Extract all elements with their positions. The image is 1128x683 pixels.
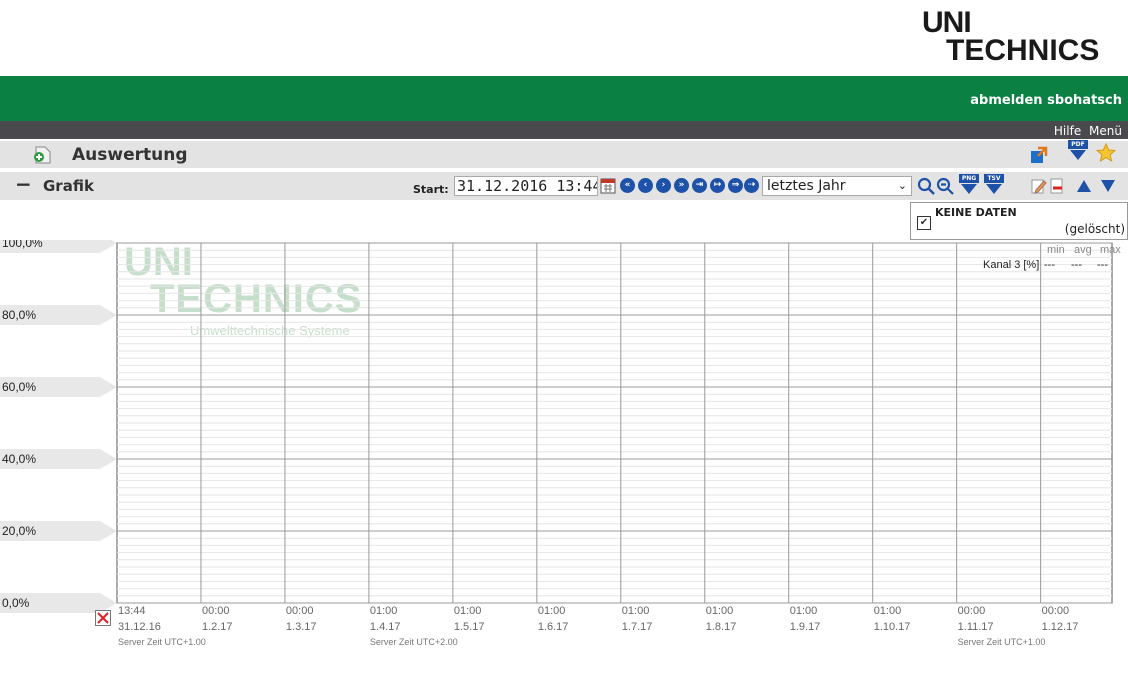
x-tick-date: 1.11.17 [957,621,994,633]
time-range-value: letztes Jahr [767,178,846,194]
x-tick-date: 1.3.17 [285,621,317,633]
x-tick-label: 00:00 [957,605,986,617]
png-label: PNG [959,174,979,183]
stats-header-max: max [1100,244,1121,256]
stats-cell-avg: --- [1071,259,1082,271]
help-link[interactable]: Hilfe [1054,124,1081,138]
x-tick-date: 1.12.17 [1041,621,1079,633]
server-time-note: Server Zeit UTC+1.00 [957,637,1046,647]
pdf-download-icon[interactable]: PDF [1068,140,1088,162]
top-nav: Hilfe Menü [1050,124,1122,138]
tsv-download-icon[interactable]: TSV [984,174,1004,196]
chart-plot-area[interactable]: 100,0% 80,0% 60,0% 40,0% 20,0% 0,0% [0,240,1128,620]
y-tick-label: 100,0% [2,240,43,250]
x-tick-label: 00:00 [1041,605,1070,617]
x-tick-date: 1.4.17 [369,621,401,633]
edit-icon[interactable] [1031,178,1047,194]
y-tick-label: 20,0% [2,524,36,538]
top-nav-bar [0,121,1128,139]
x-tick-label: 00:00 [201,605,230,617]
x-tick-label: 01:00 [705,605,734,617]
zoom-out-icon[interactable] [936,177,954,195]
popout-icon[interactable] [1030,146,1048,164]
series-visibility-checkbox[interactable]: ✔ [917,216,931,230]
menu-link[interactable]: Menü [1089,124,1122,138]
x-tick-label: 01:00 [789,605,818,617]
y-tick-label: 60,0% [2,380,36,394]
x-tick-label: 01:00 [873,605,902,617]
x-tick-label: 01:00 [537,605,566,617]
server-time-note: Server Zeit UTC+1.00 [118,637,206,647]
x-tick-date: 1.10.17 [873,621,911,633]
tsv-label: TSV [984,174,1004,183]
move-down-icon[interactable] [1101,180,1115,192]
x-tick-label: 01:00 [369,605,398,617]
zoom-in-icon[interactable] [917,177,935,195]
x-tick-date: 1.8.17 [705,621,737,633]
start-label: Start: [413,183,449,196]
stats-header-min: min [1047,244,1065,256]
calendar-icon[interactable] [600,178,616,194]
forward-icon[interactable]: › [656,178,671,193]
header-bar [0,76,1128,121]
stats-header-avg: avg [1074,244,1092,256]
page-title: Auswertung [72,145,188,165]
collapse-toggle-icon[interactable]: − [15,172,32,196]
chart-panel-title: Grafik [43,177,94,195]
brand-logo-technics: TECHNICS [946,34,1100,67]
stats-row-label: Kanal 3 [%] [983,259,1040,271]
move-up-icon[interactable] [1077,180,1091,192]
rewind-icon[interactable]: ‹ [638,178,653,193]
series-name: KEINE DATEN [935,206,1017,219]
x-tick-date: 31.12.16 [118,621,161,633]
chevron-down-icon: ⌄ [897,179,907,192]
x-tick-label: 01:00 [453,605,482,617]
x-tick-label: 13:44 [118,605,146,617]
x-tick-date: 1.6.17 [537,621,569,633]
stats-cell-min: --- [1044,259,1055,271]
x-tick-label: 00:00 [285,605,314,617]
stats-cell-max: --- [1097,259,1108,271]
x-tick-date: 1.7.17 [621,621,653,633]
x-tick-date: 1.2.17 [201,621,233,633]
x-tick-label: 01:00 [621,605,650,617]
to-end-icon[interactable]: ↦ [710,178,725,193]
start-date-input[interactable]: 31.12.2016 13:44: [454,176,598,196]
logout-link[interactable]: abmelden sbohatsch [970,93,1122,108]
to-latest-icon[interactable]: ⇢ [744,178,759,193]
x-tick-date: 1.5.17 [453,621,485,633]
skip-forward-icon[interactable]: ⇥ [692,178,707,193]
png-download-icon[interactable]: PNG [959,174,979,196]
chart-error-icon[interactable] [95,610,111,626]
y-tick-label: 40,0% [2,452,36,466]
series-status: (gelöscht) [1064,222,1125,236]
y-tick-label: 80,0% [2,308,36,322]
favorite-star-icon[interactable] [1096,143,1116,163]
rewind-fast-icon[interactable]: « [620,178,635,193]
x-tick-date: 1.9.17 [789,621,821,633]
y-tick-label: 0,0% [2,596,30,610]
add-report-icon[interactable] [31,145,53,165]
time-range-select[interactable]: letztes Jahr ⌄ [762,176,912,196]
to-now-icon[interactable]: ⇒ [728,178,743,193]
forward-fast-icon[interactable]: » [674,178,689,193]
remove-icon[interactable] [1049,178,1065,194]
server-time-note: Server Zeit UTC+2.00 [369,637,458,647]
